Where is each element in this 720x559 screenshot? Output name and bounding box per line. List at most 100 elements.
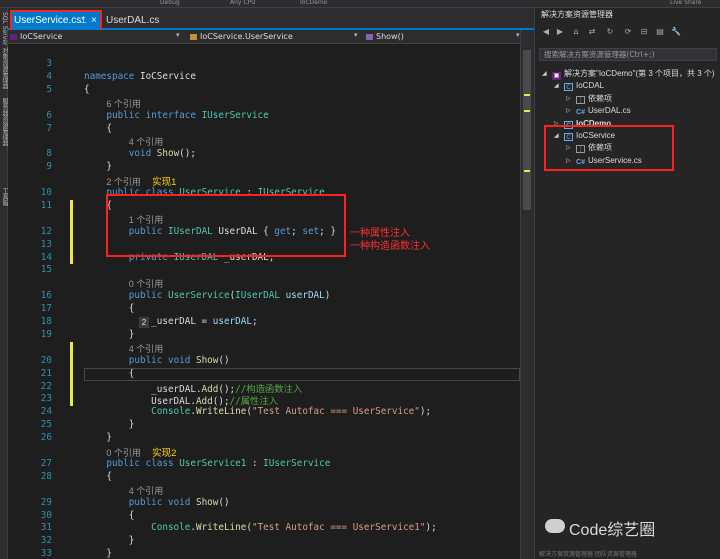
- code-line[interactable]: {: [84, 123, 112, 134]
- code-line[interactable]: UserDAL.Add();//属性注入: [84, 393, 278, 407]
- code-line[interactable]: {: [84, 84, 90, 95]
- code-line[interactable]: }: [84, 548, 112, 559]
- line-number: 32: [40, 535, 52, 547]
- expanded-arrow-icon[interactable]: ◢: [554, 80, 559, 92]
- property-injection-highlight-box: [106, 194, 346, 257]
- change-marker: [70, 367, 73, 394]
- line-number: 4: [46, 70, 52, 82]
- chevron-down-icon[interactable]: ▾: [516, 31, 520, 39]
- change-marker: [524, 110, 530, 112]
- platform-dropdown[interactable]: Any CPU: [230, 0, 256, 6]
- collapse-all-icon[interactable]: ⊟: [639, 27, 649, 37]
- collapsed-arrow-icon[interactable]: ▷: [566, 105, 571, 117]
- code-line[interactable]: }: [84, 329, 135, 340]
- tab-label: UserDAL.cs: [106, 15, 160, 26]
- line-number: 16: [40, 290, 52, 302]
- collapsed-arrow-icon[interactable]: ▷: [566, 93, 571, 105]
- show-all-files-icon[interactable]: ▤: [655, 27, 665, 37]
- home-icon[interactable]: ⌂: [571, 27, 581, 37]
- tree-item-label: 解决方案"IoCDemo"(第 3 个项目，共 3 个): [564, 69, 715, 78]
- code-line[interactable]: }: [84, 432, 112, 443]
- code-line[interactable]: _userDAL.Add();//构造函数注入: [84, 381, 302, 395]
- sql-server-explorer-tab[interactable]: SQL Server 对象资源管理器: [1, 12, 8, 89]
- solution-search-input[interactable]: 搜索解决方案资源管理器(Ctrl+;): [539, 48, 717, 61]
- line-number: 9: [46, 161, 52, 173]
- solution-icon: ▣: [552, 72, 561, 80]
- explorer-bottom-tabs[interactable]: 解决方案资源管理器 团队资源管理器: [535, 549, 720, 559]
- code-line[interactable]: _userDAL = userDAL;: [84, 316, 257, 327]
- project-dropdown-label: IoCService: [20, 32, 63, 41]
- solution-explorer-toolbar: ◀ ▶ ⌂ ⇄ ↻ ⟳ ⊟ ▤ 🔧: [535, 24, 720, 42]
- code-line[interactable]: 0 个引用 实现2: [84, 445, 176, 459]
- method-icon: [366, 34, 373, 40]
- code-line[interactable]: {: [84, 303, 135, 314]
- code-line[interactable]: {: [84, 510, 135, 521]
- wechat-icon: [545, 519, 565, 533]
- chevron-down-icon[interactable]: ▾: [176, 31, 180, 39]
- code-editor[interactable]: 3 4 5 6 7 8 9 10 11 12 13 14 15 16 17 18 19 20 21 22 23 24 25 2…: [8, 44, 520, 559]
- editor-scrollbar[interactable]: [520, 30, 534, 559]
- expanded-arrow-icon[interactable]: ◢: [542, 68, 547, 80]
- line-number: 22: [40, 380, 52, 392]
- sync-icon[interactable]: ↻: [605, 27, 615, 37]
- properties-icon[interactable]: 🔧: [671, 27, 681, 37]
- line-number: 25: [40, 419, 52, 431]
- code-line[interactable]: }: [84, 419, 135, 430]
- class-dropdown-label: IoCService.UserService: [200, 32, 293, 41]
- configuration-dropdown[interactable]: Debug: [160, 0, 180, 6]
- refresh-icon[interactable]: ⟳: [623, 27, 633, 37]
- line-number: 14: [40, 251, 52, 263]
- class-dropdown[interactable]: IoCService.UserService: [188, 31, 360, 43]
- code-line[interactable]: 4 个引用: [84, 484, 164, 497]
- member-dropdown[interactable]: Show(): [364, 31, 514, 43]
- code-line[interactable]: public void Show(): [84, 355, 230, 366]
- switch-views-icon[interactable]: ⇄: [587, 27, 597, 37]
- server-explorer-tab[interactable]: 服务器资源管理器: [1, 98, 8, 146]
- line-number: 11: [40, 199, 52, 211]
- toolbox-tab[interactable]: 工具箱: [1, 188, 8, 206]
- tree-item[interactable]: C IoCDAL: [564, 80, 604, 92]
- scrollbar-thumb[interactable]: [523, 50, 531, 210]
- project-dropdown[interactable]: IoCService: [8, 31, 180, 43]
- line-number: 13: [40, 238, 52, 250]
- code-line[interactable]: void Show();: [84, 148, 196, 159]
- class-icon: [190, 34, 197, 40]
- code-line[interactable]: {: [84, 471, 112, 482]
- code-line[interactable]: public class UserService1 : IUserService: [84, 458, 330, 469]
- code-line[interactable]: 0 个引用: [84, 277, 164, 290]
- change-marker: [524, 94, 530, 96]
- line-number: 10: [40, 187, 52, 198]
- code-line[interactable]: 6 个引用: [84, 97, 141, 110]
- line-number: 21: [40, 367, 52, 379]
- tree-item-label: UserDAL.cs: [588, 106, 631, 116]
- code-line[interactable]: Console.WriteLine("Test Autofac === User…: [84, 406, 431, 417]
- ioc-service-highlight-box: [544, 125, 674, 171]
- code-line[interactable]: 4 个引用: [84, 135, 164, 148]
- code-line[interactable]: }: [84, 161, 112, 172]
- quick-actions-lightbulb[interactable]: 2: [139, 317, 149, 328]
- tree-item[interactable]: ▣ 解决方案"IoCDemo"(第 3 个项目，共 3 个): [552, 68, 715, 80]
- startup-project-dropdown[interactable]: IoCDemo: [300, 0, 327, 6]
- code-line[interactable]: public void Show(): [84, 497, 230, 508]
- line-number: 20: [40, 354, 52, 366]
- code-line[interactable]: 4 个引用: [84, 342, 164, 355]
- line-number: 28: [40, 470, 52, 482]
- chevron-down-icon[interactable]: ▾: [354, 31, 358, 39]
- code-line[interactable]: public UserService(IUserDAL userDAL): [84, 290, 331, 301]
- line-number: 24: [40, 406, 52, 418]
- back-icon[interactable]: ◀: [541, 27, 551, 37]
- change-marker: [70, 199, 73, 265]
- code-line[interactable]: Console.WriteLine("Test Autofac === User…: [84, 522, 437, 533]
- tree-item-label: 依赖项: [588, 93, 612, 103]
- live-share-button[interactable]: Live Share: [670, 0, 701, 6]
- tree-item[interactable]: C# UserDAL.cs: [576, 105, 631, 117]
- line-number: 33: [40, 548, 52, 559]
- code-line[interactable]: public interface IUserService: [84, 110, 268, 121]
- forward-icon[interactable]: ▶: [555, 27, 565, 37]
- line-number: 3: [46, 58, 52, 69]
- tree-item[interactable]: ⋮ 依赖项: [576, 93, 612, 105]
- code-line[interactable]: 2 个引用 实现1: [84, 174, 176, 188]
- tree-item-label: IoCDAL: [576, 81, 605, 91]
- code-line[interactable]: }: [84, 535, 135, 546]
- code-line[interactable]: namespace IoCService: [84, 71, 196, 82]
